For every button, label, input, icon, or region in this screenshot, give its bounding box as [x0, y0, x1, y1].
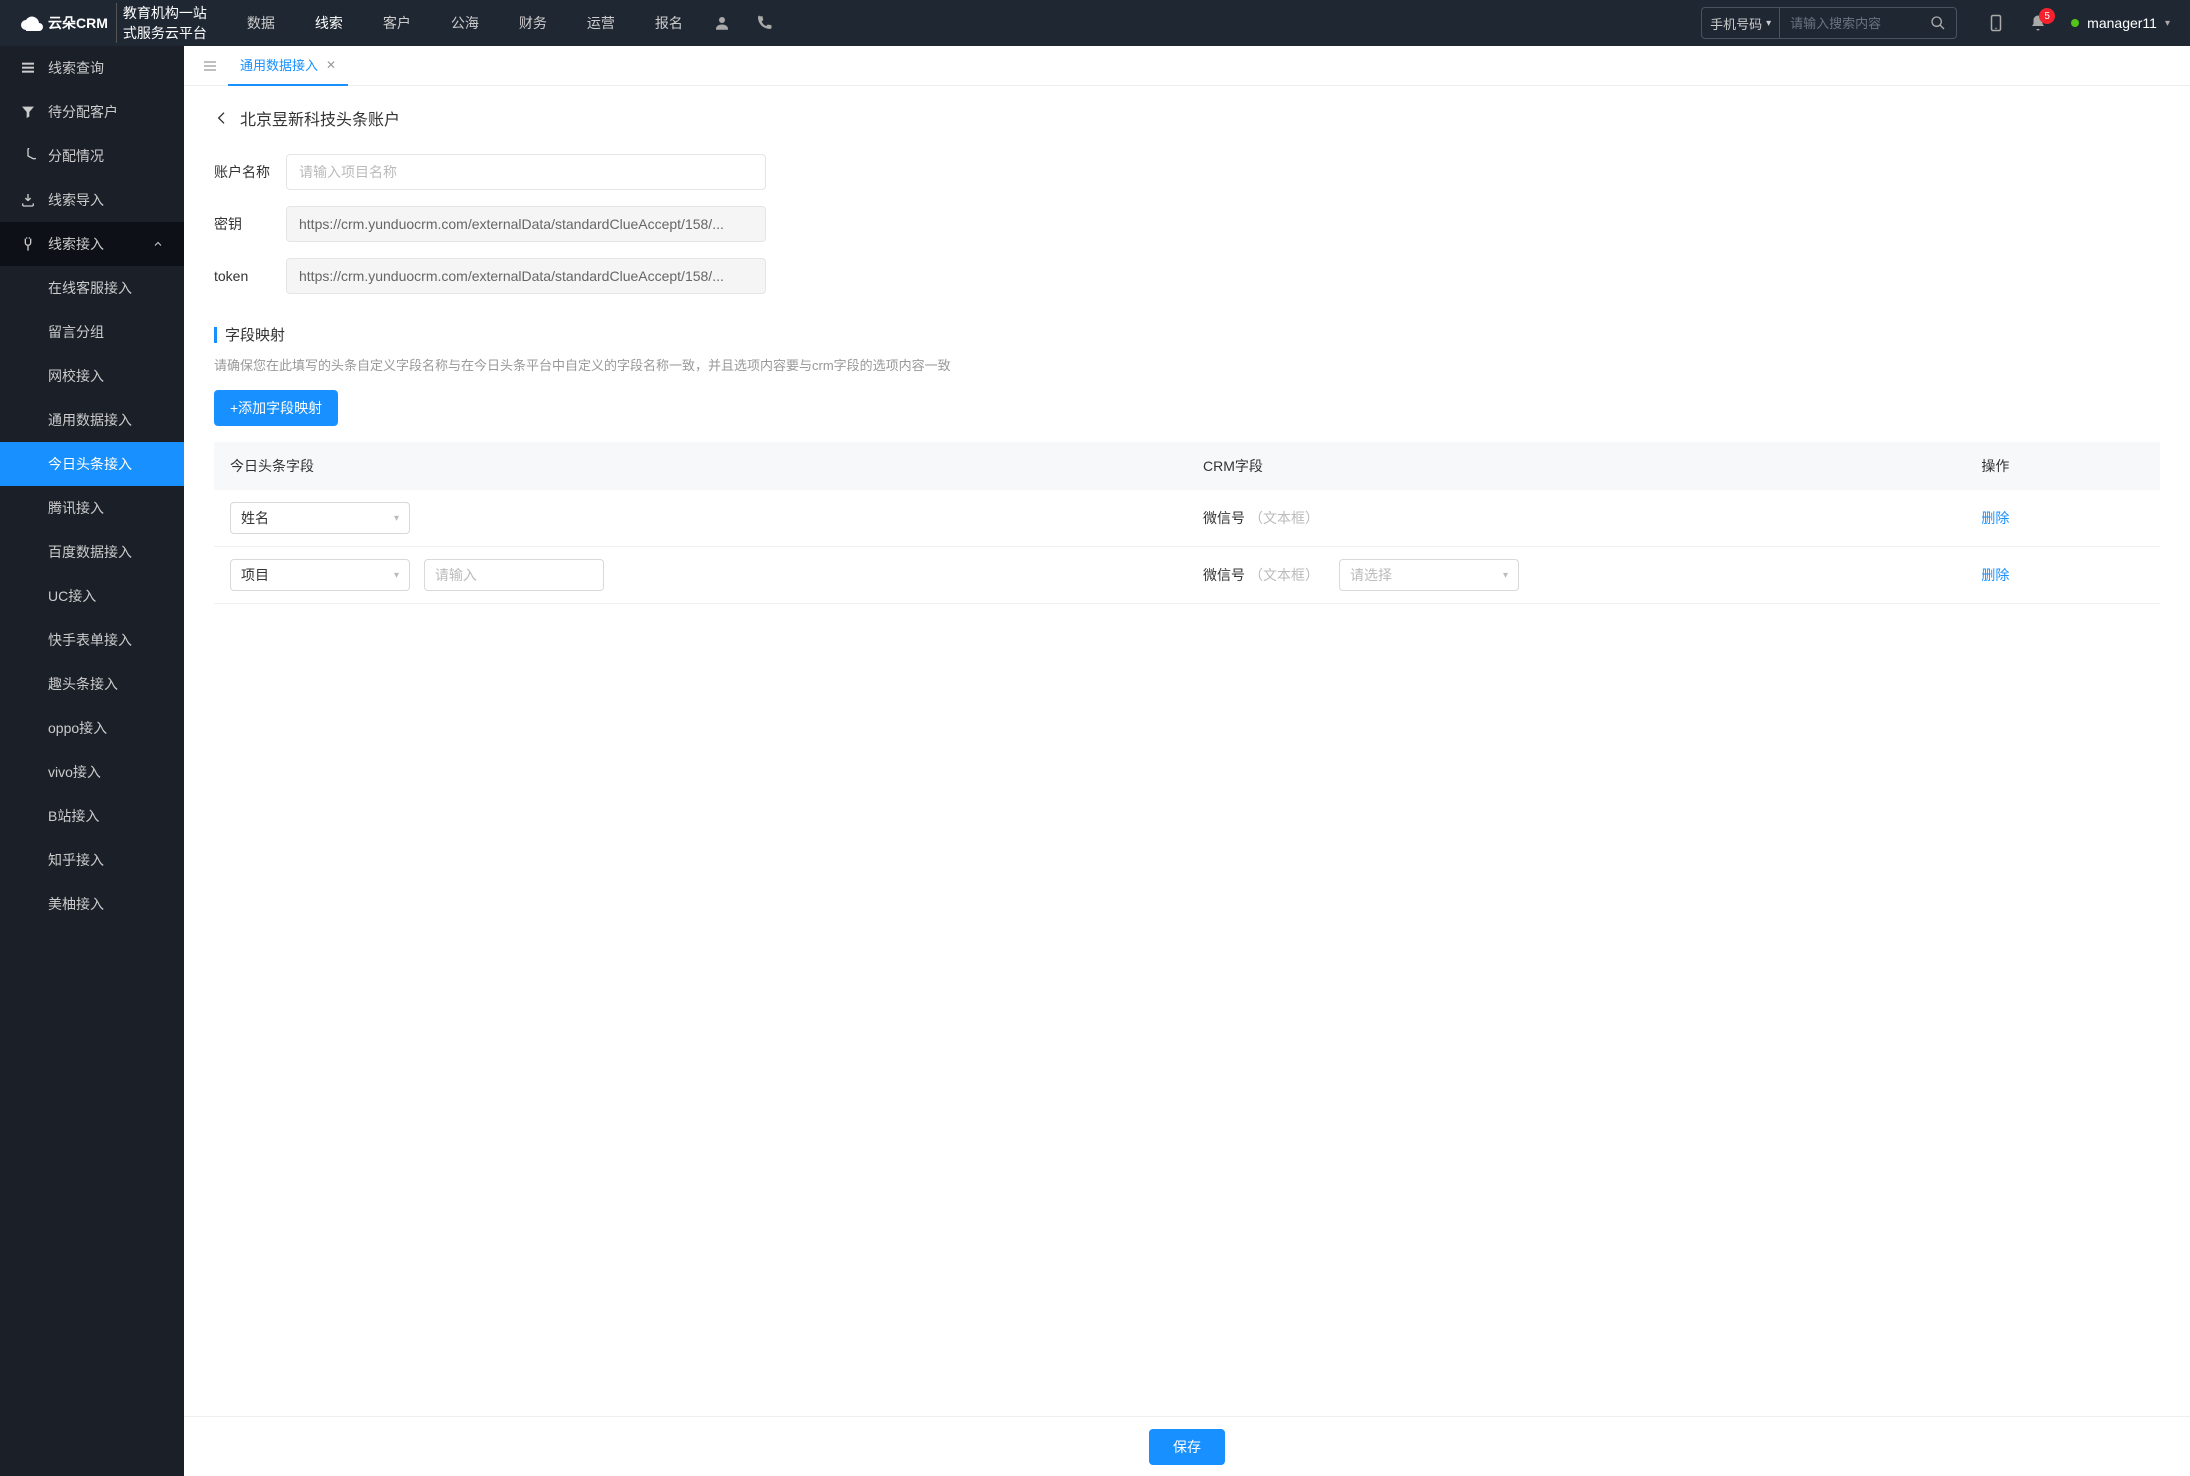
- app-header: 云朵CRM 教育机构一站 式服务云平台 数据 线索 客户 公海 财务 运营 报名…: [0, 0, 2190, 46]
- chevron-down-icon: ▾: [394, 513, 399, 524]
- mapping-table: 今日头条字段 CRM字段 操作 姓名 ▾: [214, 442, 2160, 604]
- chevron-up-icon: [152, 238, 164, 250]
- sidebar-sub-online-service[interactable]: 在线客服接入: [0, 266, 184, 310]
- sidebar-sub-kuaishou[interactable]: 快手表单接入: [0, 618, 184, 662]
- tab-generic-data[interactable]: 通用数据接入 ✕: [228, 46, 348, 86]
- secret-label: 密钥: [214, 214, 286, 234]
- logo-sub1: 教育机构一站: [123, 3, 207, 23]
- notification-bell[interactable]: 5: [2029, 14, 2047, 32]
- search-icon: [1930, 15, 1946, 31]
- tab-bar: 通用数据接入 ✕: [184, 46, 2190, 86]
- sidebar-sub-message-group[interactable]: 留言分组: [0, 310, 184, 354]
- funnel-icon: [20, 104, 36, 120]
- sidebar-sub-qutoutiao[interactable]: 趣头条接入: [0, 662, 184, 706]
- token-label: token: [214, 268, 286, 284]
- sidebar-sub-meiyou[interactable]: 美柚接入: [0, 882, 184, 926]
- logo-main-text: 云朵CRM: [48, 13, 108, 33]
- mapping-desc: 请确保您在此填写的头条自定义字段名称与在今日头条平台中自定义的字段名称一致，并且…: [214, 355, 2160, 374]
- nav-public[interactable]: 公海: [451, 13, 479, 33]
- sidebar-lead-import[interactable]: 线索导入: [0, 178, 184, 222]
- mapping-title: 字段映射: [225, 324, 285, 345]
- col-op: 操作: [1965, 442, 2160, 490]
- source-field-select[interactable]: 项目 ▾: [230, 559, 410, 591]
- logo: 云朵CRM 教育机构一站 式服务云平台: [20, 3, 207, 43]
- nav-finance[interactable]: 财务: [519, 13, 547, 33]
- sidebar-sub-generic[interactable]: 通用数据接入: [0, 398, 184, 442]
- sidebar: 线索查询 待分配客户 分配情况 线索导入 线索接入 在线客服接入 留言分组 网校…: [0, 46, 184, 1476]
- crm-field-type: （文本框）: [1249, 565, 1319, 585]
- sidebar-lead-query[interactable]: 线索查询: [0, 46, 184, 90]
- delete-button[interactable]: 删除: [1981, 565, 2009, 585]
- nav-signup[interactable]: 报名: [655, 13, 683, 33]
- mobile-icon[interactable]: [1987, 14, 2005, 32]
- search-type-select[interactable]: 手机号码 ▾: [1702, 8, 1780, 38]
- nav-leads[interactable]: 线索: [315, 13, 343, 33]
- crm-field-name: 微信号: [1203, 565, 1245, 585]
- col-crm: CRM字段: [1187, 442, 1965, 490]
- crm-value-select[interactable]: 请选择 ▾: [1339, 559, 1519, 591]
- chevron-down-icon: ▾: [2165, 18, 2170, 29]
- footer-bar: 保存: [184, 1416, 2190, 1476]
- notification-count: 5: [2039, 8, 2055, 24]
- sidebar-sub-tencent[interactable]: 腾讯接入: [0, 486, 184, 530]
- sidebar-sub-vivo[interactable]: vivo接入: [0, 750, 184, 794]
- source-extra-input[interactable]: [424, 559, 604, 591]
- cloud-icon: [20, 11, 44, 35]
- nav-customers[interactable]: 客户: [383, 13, 411, 33]
- sidebar-pending-assign[interactable]: 待分配客户: [0, 90, 184, 134]
- nav-data[interactable]: 数据: [247, 13, 275, 33]
- sidebar-sub-uc[interactable]: UC接入: [0, 574, 184, 618]
- nav-operation[interactable]: 运营: [587, 13, 615, 33]
- sidebar-assign-status[interactable]: 分配情况: [0, 134, 184, 178]
- chevron-down-icon: ▾: [394, 570, 399, 581]
- search-button[interactable]: [1920, 15, 1956, 31]
- sidebar-sub-school[interactable]: 网校接入: [0, 354, 184, 398]
- page-title: 北京昱新科技头条账户: [240, 106, 400, 130]
- account-name-input[interactable]: [286, 154, 766, 190]
- chevron-down-icon: ▾: [1766, 18, 1771, 29]
- main-area: 通用数据接入 ✕ 北京昱新科技头条账户 账户名称 密钥 token: [184, 46, 2190, 1476]
- token-input[interactable]: [286, 258, 766, 294]
- page-content: 北京昱新科技头条账户 账户名称 密钥 token 字段映射 请确保您在此填写的头…: [184, 86, 2190, 1476]
- section-bar: [214, 327, 217, 343]
- tab-close-icon[interactable]: ✕: [326, 58, 336, 72]
- back-icon[interactable]: [214, 110, 230, 126]
- plug-icon: [20, 236, 36, 252]
- top-nav: 数据 线索 客户 公海 财务 运营 报名: [247, 13, 683, 33]
- source-field-select[interactable]: 姓名 ▾: [230, 502, 410, 534]
- logo-sub2: 式服务云平台: [123, 23, 207, 43]
- import-icon: [20, 192, 36, 208]
- list-icon: [20, 60, 36, 76]
- sidebar-lead-access[interactable]: 线索接入: [0, 222, 184, 266]
- sidebar-sub-oppo[interactable]: oppo接入: [0, 706, 184, 750]
- delete-button[interactable]: 删除: [1981, 508, 2009, 528]
- sidebar-sub-baidu[interactable]: 百度数据接入: [0, 530, 184, 574]
- col-source: 今日头条字段: [214, 442, 1187, 490]
- tabs-collapse-toggle[interactable]: [192, 58, 228, 74]
- search-box: 手机号码 ▾: [1701, 7, 1957, 39]
- sidebar-sub-toutiao[interactable]: 今日头条接入: [0, 442, 184, 486]
- status-dot: [2071, 19, 2079, 27]
- account-name-label: 账户名称: [214, 162, 286, 182]
- user-menu[interactable]: manager11 ▾: [2071, 15, 2170, 31]
- user-icon[interactable]: [713, 14, 731, 32]
- add-mapping-button[interactable]: +添加字段映射: [214, 390, 338, 426]
- username: manager11: [2087, 15, 2157, 31]
- secret-input[interactable]: [286, 206, 766, 242]
- phone-icon[interactable]: [755, 14, 773, 32]
- pie-icon: [20, 148, 36, 164]
- table-row: 姓名 ▾ 微信号 （文本框） 删除: [214, 490, 2160, 547]
- sidebar-sub-zhihu[interactable]: 知乎接入: [0, 838, 184, 882]
- search-input[interactable]: [1780, 16, 1920, 31]
- save-button[interactable]: 保存: [1149, 1429, 1225, 1465]
- crm-field-name: 微信号: [1203, 508, 1245, 528]
- crm-field-type: （文本框）: [1249, 508, 1319, 528]
- collapse-icon: [202, 58, 218, 74]
- chevron-down-icon: ▾: [1503, 570, 1508, 581]
- sidebar-sub-bilibili[interactable]: B站接入: [0, 794, 184, 838]
- table-row: 项目 ▾ 微信号 （文本框） 请选择: [214, 547, 2160, 604]
